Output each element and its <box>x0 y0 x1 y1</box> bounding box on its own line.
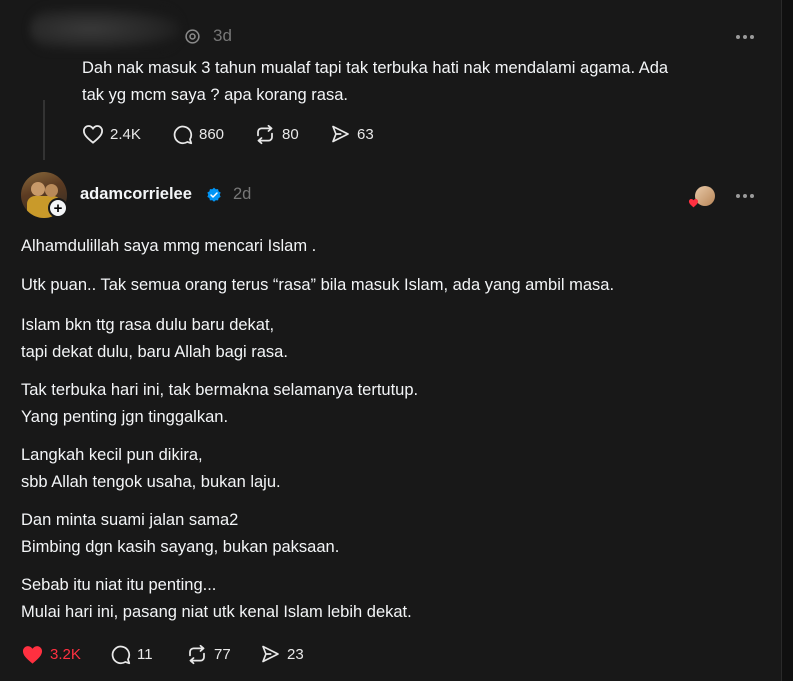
post-text-line: tak yg mcm saya ? apa korang rasa. <box>82 86 348 104</box>
post-text-line: Utk puan.. Tak semua orang terus “rasa” … <box>21 276 615 294</box>
username[interactable]: adamcorrielee <box>80 185 192 204</box>
post-time: 3d <box>213 26 232 45</box>
reply-count: 11 <box>137 646 153 663</box>
like-button[interactable]: 2.4K <box>82 124 141 144</box>
post-text-line: Langkah kecil pun dikira, <box>21 446 203 464</box>
plus-icon: + <box>53 199 63 217</box>
post-text-line: tapi dekat dulu, baru Allah bagi rasa. <box>21 343 288 361</box>
send-icon <box>332 125 349 143</box>
repost-button[interactable]: 77 <box>186 644 231 665</box>
post-text-line: Islam bkn ttg rasa dulu baru dekat, <box>21 316 275 334</box>
post-text-line: Yang penting jgn tinggalkan. <box>21 408 229 426</box>
post-text-line: Tak terbuka hari ini, tak bermakna selam… <box>21 381 419 399</box>
post-text-line: Dan minta suami jalan sama2 <box>21 511 239 529</box>
repost-icon <box>257 124 273 145</box>
post-time: 2d <box>233 185 252 203</box>
repost-count: 77 <box>214 646 231 663</box>
blurred-author-info <box>30 8 180 50</box>
verified-badge-icon <box>206 187 222 208</box>
more-horizontal-icon <box>736 194 740 198</box>
repost-icon <box>189 644 205 665</box>
reply-button[interactable]: 11 <box>110 644 153 665</box>
follow-button[interactable]: + <box>48 198 68 218</box>
share-count: 23 <box>287 645 304 663</box>
heart-filled-icon <box>688 195 699 213</box>
post-text-line: Bimbing dgn kasih sayang, bukan paksaan. <box>21 538 340 556</box>
post-text-line: Mulai hari ini, pasang niat utk kenal Is… <box>21 603 412 621</box>
post-text-line: Sebab itu niat itu penting... <box>21 576 217 594</box>
heart-filled-icon <box>22 646 43 664</box>
share-button[interactable]: 23 <box>260 644 304 664</box>
like-count: 2.4K <box>110 125 141 143</box>
post-text-line: sbb Allah tengok usaha, bukan laju. <box>21 473 281 491</box>
like-button[interactable]: 3.2K <box>21 644 81 665</box>
post-text-line: Dah nak masuk 3 tahun mualaf tapi tak te… <box>82 59 669 77</box>
heart-icon <box>82 125 104 144</box>
reply-count: 860 <box>199 126 225 143</box>
like-count: 3.2K <box>50 646 81 663</box>
share-count: 63 <box>357 125 374 143</box>
repost-button[interactable]: 80 <box>254 124 299 145</box>
reply-button[interactable]: 860 <box>172 124 224 145</box>
feed-panel: 3d Dah nak masuk 3 tahun mualaf tapi tak… <box>0 0 782 681</box>
threads-logo-icon <box>184 28 201 50</box>
share-button[interactable]: 63 <box>330 124 374 144</box>
speech-bubble-icon <box>173 125 193 145</box>
send-icon <box>262 645 279 663</box>
post-text-line: Alhamdulillah saya mmg mencari Islam . <box>21 237 317 255</box>
more-horizontal-icon <box>736 35 740 39</box>
more-options-button[interactable] <box>736 35 754 39</box>
more-options-button[interactable] <box>736 194 754 198</box>
repost-count: 80 <box>282 126 299 143</box>
thread-connector-line <box>43 100 45 160</box>
speech-bubble-icon <box>111 645 131 665</box>
